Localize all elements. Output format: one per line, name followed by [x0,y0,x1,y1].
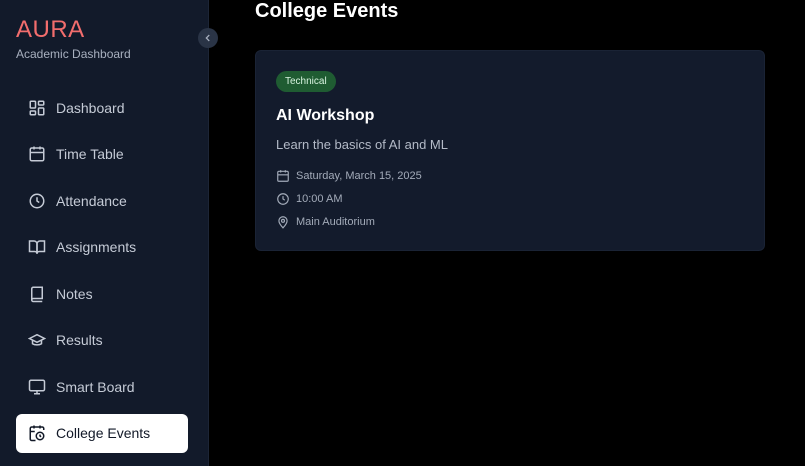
clock-icon [28,192,46,210]
monitor-icon [28,378,46,396]
sidebar-item-college-events[interactable]: College Events [16,413,188,453]
graduation-cap-icon [28,331,46,349]
event-location: Main Auditorium [276,215,375,229]
event-category-badge: Technical [276,71,336,92]
event-location-text: Main Auditorium [296,216,375,228]
sidebar-item-label: Notes [56,285,93,302]
sidebar-item-label: Attendance [56,192,127,209]
sidebar: AURA Academic Dashboard Dashboard Time T… [0,0,209,466]
event-date: Saturday, March 15, 2025 [276,169,422,183]
sidebar-item-label: Dashboard [56,99,125,116]
sidebar-item-dashboard[interactable]: Dashboard [16,88,188,127]
event-title: AI Workshop [276,107,375,124]
sidebar-item-notes[interactable]: Notes [16,274,188,313]
sidebar-item-label: Results [56,332,103,348]
sidebar-collapse-button[interactable] [198,28,218,48]
app-subtitle: Academic Dashboard [16,47,131,61]
page-title: College Events [255,0,399,22]
map-pin-icon [276,215,290,229]
event-date-text: Saturday, March 15, 2025 [296,170,422,182]
dashboard-grid-icon [28,99,46,117]
calendar-icon [276,169,290,183]
app-title: AURA [16,16,85,43]
event-time-text: 10:00 AM [296,193,343,205]
sidebar-item-label: Time Table [56,146,124,162]
open-book-icon [28,238,46,256]
event-time: 10:00 AM [276,192,342,206]
book-icon [28,285,46,303]
sidebar-item-attendance[interactable]: Attendance [16,181,188,220]
sidebar-item-assignments[interactable]: Assignments [16,228,188,267]
sidebar-item-smart-board[interactable]: Smart Board [16,367,188,406]
sidebar-item-label: Assignments [56,239,137,255]
brand: AURA Academic Dashboard [16,16,131,61]
event-card[interactable]: Technical AI Workshop Learn the basics o… [255,50,765,251]
sidebar-item-results[interactable]: Results [16,321,188,360]
clock-icon [276,192,290,206]
sidebar-nav: Dashboard Time Table Attendance Assignme… [16,88,188,460]
calendar-icon [28,145,46,163]
sidebar-item-label: Smart Board [56,378,135,395]
calendar-clock-icon [28,424,46,442]
main-content: College Events Technical AI Workshop Lea… [209,0,805,466]
event-description: Learn the basics of AI and ML [276,137,448,152]
sidebar-item-time-table[interactable]: Time Table [16,135,188,174]
sidebar-item-label: College Events [56,425,151,441]
chevron-left-icon [203,33,213,43]
